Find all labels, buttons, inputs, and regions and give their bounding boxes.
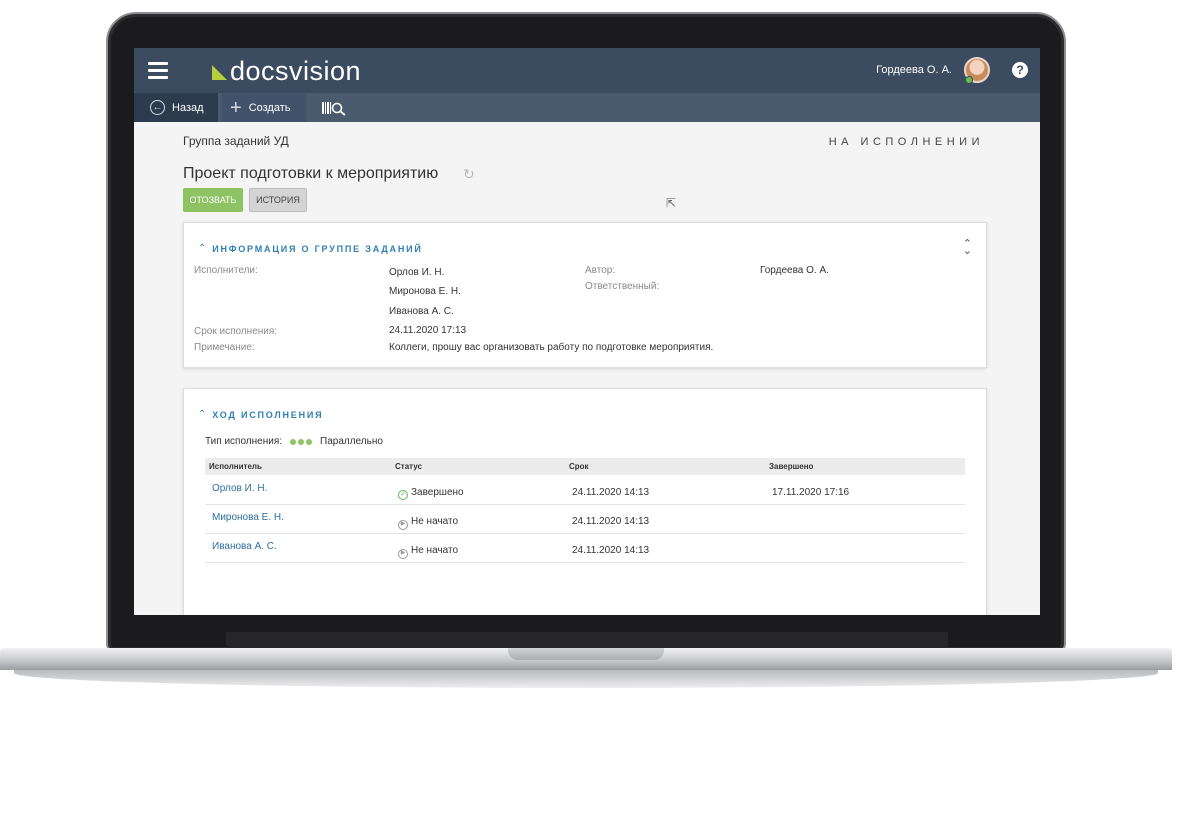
- table-row: Иванова А. С. ▶ Не начато 24.11.2020 14:1…: [205, 534, 965, 563]
- help-icon[interactable]: ?: [1012, 62, 1028, 78]
- hamburger-icon[interactable]: [148, 62, 168, 79]
- performer-value: Иванова А. С.: [389, 306, 454, 317]
- author-value: Гордеева О. А.: [760, 265, 829, 276]
- execution-type: Тип исполнения: Параллельно: [205, 436, 383, 447]
- back-button[interactable]: ← Назад: [134, 93, 218, 122]
- barcode-search-button[interactable]: [320, 93, 356, 122]
- docsvision-logo: docsvision: [212, 54, 361, 86]
- status-text: Не начато: [411, 516, 459, 527]
- author-label: Автор:: [585, 265, 616, 276]
- status-cell: ▶ Не начато: [398, 545, 458, 559]
- execution-progress-card: ⌃ ХОД ИСПОЛНЕНИЯ Тип исполнения: Паралле…: [183, 388, 987, 615]
- execution-type-label: Тип исполнения:: [205, 436, 283, 447]
- performer-link[interactable]: Миронова Е. Н.: [212, 512, 284, 523]
- back-button-label: Назад: [172, 101, 204, 114]
- recall-button[interactable]: ОТОЗВАТЬ: [183, 188, 243, 212]
- deadline-value: 24.11.2020 17:13: [389, 325, 467, 336]
- laptop-notch: [508, 648, 664, 660]
- logo-text: docsvision: [230, 56, 362, 86]
- deadline-cell: 24.11.2020 14:13: [572, 516, 650, 527]
- deadline-cell: 24.11.2020 14:13: [572, 545, 650, 556]
- performer-value: Орлов И. Н.: [389, 267, 445, 278]
- responsible-label: Ответственный:: [585, 281, 660, 292]
- table-row: Миронова Е. Н. ▶ Не начато 24.11.2020 14:…: [205, 505, 965, 534]
- play-circle-icon: ▶: [398, 549, 408, 559]
- refresh-icon[interactable]: ↻: [463, 166, 475, 183]
- current-user-name[interactable]: Гордеева О. А.: [876, 64, 952, 76]
- app-screen: docsvision Гордеева О. А. ? ← Назад + Со…: [134, 48, 1040, 615]
- note-value: Коллеги, прошу вас организовать работу п…: [389, 342, 714, 353]
- column-header-completed[interactable]: Завершено: [769, 462, 813, 471]
- logo-mark-icon: [212, 65, 227, 80]
- laptop-mockup: docsvision Гордеева О. А. ? ← Назад + Со…: [0, 0, 1200, 821]
- plus-icon: +: [230, 96, 242, 119]
- performer-value: Миронова Е. Н.: [389, 286, 461, 297]
- toolbar: ← Назад + Создать: [134, 93, 1040, 122]
- status-text: Не начато: [411, 545, 459, 556]
- barcode-search-icon: [322, 101, 346, 116]
- parallel-execution-icon: [290, 438, 313, 445]
- deadline-cell: 24.11.2020 14:13: [572, 487, 650, 498]
- online-status-icon: [965, 76, 973, 84]
- page-title: Проект подготовки к мероприятию: [183, 165, 439, 182]
- note-label: Примечание:: [194, 342, 255, 353]
- expand-collapse-icon[interactable]: ⌃ ⌄: [963, 239, 972, 257]
- progress-section-toggle[interactable]: ⌃ ХОД ИСПОЛНЕНИЯ: [198, 409, 323, 420]
- play-circle-icon: ▶: [398, 520, 408, 530]
- laptop-base-shadow: [14, 670, 1158, 688]
- history-button[interactable]: ИСТОРИЯ: [249, 188, 307, 212]
- create-button[interactable]: + Создать: [222, 93, 306, 122]
- app-header: docsvision Гордеева О. А. ?: [134, 48, 1040, 93]
- status-cell: ✓ Завершено: [398, 487, 464, 500]
- table-header: Исполнитель Статус Срок Завершено: [205, 458, 965, 475]
- mouse-cursor-icon: ⇱: [666, 196, 677, 210]
- completed-cell: 17.11.2020 17:16: [772, 487, 850, 498]
- status-text: Завершено: [411, 487, 464, 498]
- info-section-title: ИНФОРМАЦИЯ О ГРУППЕ ЗАДАНИЙ: [212, 243, 423, 254]
- deadline-label: Срок исполнения:: [194, 326, 278, 337]
- create-button-label: Создать: [248, 101, 291, 114]
- info-section-toggle[interactable]: ⌃ ИНФОРМАЦИЯ О ГРУППЕ ЗАДАНИЙ: [198, 243, 423, 254]
- table-row: Орлов И. Н. ✓ Завершено 24.11.2020 14:13 …: [205, 476, 965, 505]
- column-header-performer[interactable]: Исполнитель: [209, 462, 262, 471]
- laptop-hinge: [226, 632, 948, 648]
- chevron-up-icon: ⌃: [198, 409, 209, 420]
- column-header-status[interactable]: Статус: [395, 462, 422, 471]
- arrow-left-circle-icon: ←: [150, 100, 165, 115]
- breadcrumb: Группа заданий УД: [183, 134, 289, 148]
- check-circle-icon: ✓: [398, 490, 408, 500]
- status-badge: НА ИСПОЛНЕНИИ: [828, 136, 984, 148]
- chevron-up-icon: ⌃: [198, 243, 209, 254]
- task-group-info-card: ⌃ ИНФОРМАЦИЯ О ГРУППЕ ЗАДАНИЙ ⌃ ⌄ Исполни…: [183, 222, 987, 368]
- performer-link[interactable]: Иванова А. С.: [212, 541, 277, 552]
- execution-type-value: Параллельно: [320, 436, 383, 447]
- column-header-deadline[interactable]: Срок: [569, 462, 589, 471]
- progress-section-title: ХОД ИСПОЛНЕНИЯ: [212, 409, 324, 420]
- status-cell: ▶ Не начато: [398, 516, 458, 530]
- performer-link[interactable]: Орлов И. Н.: [212, 483, 267, 494]
- performers-label: Исполнители:: [194, 265, 258, 276]
